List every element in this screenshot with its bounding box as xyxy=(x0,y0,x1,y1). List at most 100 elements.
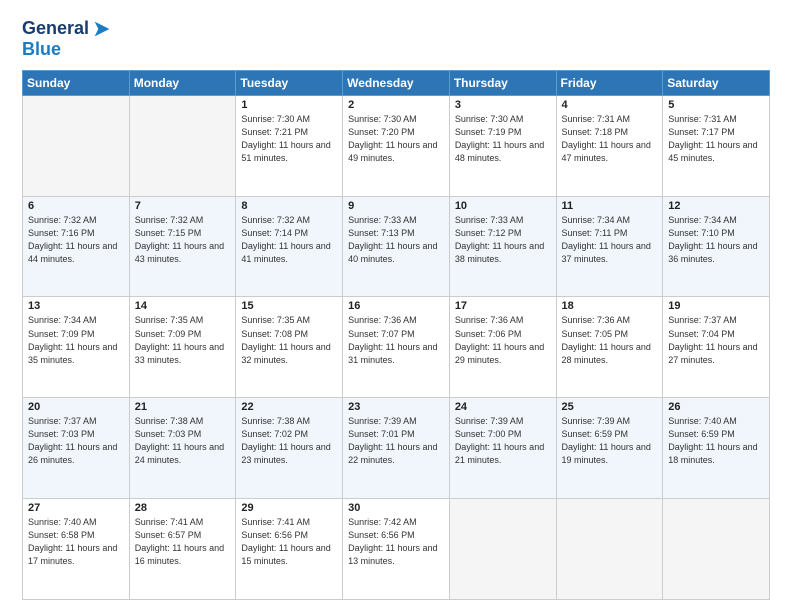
day-info: Sunrise: 7:31 AM Sunset: 7:17 PM Dayligh… xyxy=(668,113,764,165)
calendar-cell: 17 Sunrise: 7:36 AM Sunset: 7:06 PM Dayli… xyxy=(449,297,556,398)
day-info: Sunrise: 7:39 AM Sunset: 7:00 PM Dayligh… xyxy=(455,415,551,467)
calendar-header-saturday: Saturday xyxy=(663,70,770,95)
calendar-table: SundayMondayTuesdayWednesdayThursdayFrid… xyxy=(22,70,770,600)
day-info: Sunrise: 7:33 AM Sunset: 7:12 PM Dayligh… xyxy=(455,214,551,266)
calendar-cell: 2 Sunrise: 7:30 AM Sunset: 7:20 PM Daylig… xyxy=(343,95,450,196)
day-number: 26 xyxy=(668,401,764,413)
day-number: 14 xyxy=(135,300,231,312)
calendar-cell: 27 Sunrise: 7:40 AM Sunset: 6:58 PM Dayli… xyxy=(23,499,130,600)
day-info: Sunrise: 7:40 AM Sunset: 6:59 PM Dayligh… xyxy=(668,415,764,467)
calendar-cell: 6 Sunrise: 7:32 AM Sunset: 7:16 PM Daylig… xyxy=(23,196,130,297)
calendar-cell: 21 Sunrise: 7:38 AM Sunset: 7:03 PM Dayli… xyxy=(129,398,236,499)
day-info: Sunrise: 7:38 AM Sunset: 7:03 PM Dayligh… xyxy=(135,415,231,467)
day-number: 27 xyxy=(28,502,124,514)
day-number: 18 xyxy=(562,300,658,312)
calendar-cell: 9 Sunrise: 7:33 AM Sunset: 7:13 PM Daylig… xyxy=(343,196,450,297)
calendar-cell: 18Sunrise: 7:36 AM Sunset: 7:05 PM Dayli… xyxy=(556,297,663,398)
header: General Blue xyxy=(22,18,770,60)
day-info: Sunrise: 7:32 AM Sunset: 7:14 PM Dayligh… xyxy=(241,214,337,266)
calendar-cell: 16Sunrise: 7:36 AM Sunset: 7:07 PM Dayli… xyxy=(343,297,450,398)
day-number: 8 xyxy=(241,200,337,212)
day-number: 30 xyxy=(348,502,444,514)
day-info: Sunrise: 7:30 AM Sunset: 7:20 PM Dayligh… xyxy=(348,113,444,165)
calendar-header-monday: Monday xyxy=(129,70,236,95)
day-number: 28 xyxy=(135,502,231,514)
calendar-cell: 5Sunrise: 7:31 AM Sunset: 7:17 PM Daylig… xyxy=(663,95,770,196)
calendar-cell: 23Sunrise: 7:39 AM Sunset: 7:01 PM Dayli… xyxy=(343,398,450,499)
calendar-cell: 20 Sunrise: 7:37 AM Sunset: 7:03 PM Dayli… xyxy=(23,398,130,499)
calendar-cell: 19 Sunrise: 7:37 AM Sunset: 7:04 PM Dayli… xyxy=(663,297,770,398)
day-info: Sunrise: 7:39 AM Sunset: 7:01 PM Dayligh… xyxy=(348,415,444,467)
calendar-header-sunday: Sunday xyxy=(23,70,130,95)
day-number: 19 xyxy=(668,300,764,312)
calendar-cell: 15Sunrise: 7:35 AM Sunset: 7:08 PM Dayli… xyxy=(236,297,343,398)
calendar-cell: 8 Sunrise: 7:32 AM Sunset: 7:14 PM Daylig… xyxy=(236,196,343,297)
calendar-header-tuesday: Tuesday xyxy=(236,70,343,95)
day-info: Sunrise: 7:34 AM Sunset: 7:11 PM Dayligh… xyxy=(562,214,658,266)
day-info: Sunrise: 7:39 AM Sunset: 6:59 PM Dayligh… xyxy=(562,415,658,467)
logo-general: General xyxy=(22,19,89,39)
calendar-header-thursday: Thursday xyxy=(449,70,556,95)
day-number: 9 xyxy=(348,200,444,212)
day-number: 4 xyxy=(562,99,658,111)
calendar-cell xyxy=(129,95,236,196)
calendar-cell: 28 Sunrise: 7:41 AM Sunset: 6:57 PM Dayli… xyxy=(129,499,236,600)
day-number: 11 xyxy=(562,200,658,212)
calendar-cell: 11 Sunrise: 7:34 AM Sunset: 7:11 PM Dayli… xyxy=(556,196,663,297)
calendar-cell: 14Sunrise: 7:35 AM Sunset: 7:09 PM Dayli… xyxy=(129,297,236,398)
logo: General Blue xyxy=(22,18,113,60)
calendar-cell: 13 Sunrise: 7:34 AM Sunset: 7:09 PM Dayli… xyxy=(23,297,130,398)
calendar-cell: 1 Sunrise: 7:30 AM Sunset: 7:21 PM Daylig… xyxy=(236,95,343,196)
day-info: Sunrise: 7:41 AM Sunset: 6:57 PM Dayligh… xyxy=(135,516,231,568)
day-number: 16 xyxy=(348,300,444,312)
day-number: 6 xyxy=(28,200,124,212)
day-number: 29 xyxy=(241,502,337,514)
day-info: Sunrise: 7:36 AM Sunset: 7:06 PM Dayligh… xyxy=(455,314,551,366)
day-info: Sunrise: 7:42 AM Sunset: 6:56 PM Dayligh… xyxy=(348,516,444,568)
day-number: 7 xyxy=(135,200,231,212)
day-info: Sunrise: 7:38 AM Sunset: 7:02 PM Dayligh… xyxy=(241,415,337,467)
calendar-cell xyxy=(449,499,556,600)
calendar-cell xyxy=(556,499,663,600)
day-number: 13 xyxy=(28,300,124,312)
day-info: Sunrise: 7:33 AM Sunset: 7:13 PM Dayligh… xyxy=(348,214,444,266)
calendar-cell: 25 Sunrise: 7:39 AM Sunset: 6:59 PM Dayli… xyxy=(556,398,663,499)
calendar-cell: 7 Sunrise: 7:32 AM Sunset: 7:15 PM Daylig… xyxy=(129,196,236,297)
calendar-cell: 24Sunrise: 7:39 AM Sunset: 7:00 PM Dayli… xyxy=(449,398,556,499)
day-info: Sunrise: 7:32 AM Sunset: 7:15 PM Dayligh… xyxy=(135,214,231,266)
day-number: 17 xyxy=(455,300,551,312)
day-info: Sunrise: 7:41 AM Sunset: 6:56 PM Dayligh… xyxy=(241,516,337,568)
day-number: 10 xyxy=(455,200,551,212)
day-info: Sunrise: 7:37 AM Sunset: 7:04 PM Dayligh… xyxy=(668,314,764,366)
calendar-cell xyxy=(663,499,770,600)
calendar-cell: 12Sunrise: 7:34 AM Sunset: 7:10 PM Dayli… xyxy=(663,196,770,297)
calendar-week-3: 20 Sunrise: 7:37 AM Sunset: 7:03 PM Dayli… xyxy=(23,398,770,499)
calendar-cell: 29 Sunrise: 7:41 AM Sunset: 6:56 PM Dayli… xyxy=(236,499,343,600)
logo-icon xyxy=(91,18,113,40)
page: General Blue SundayMondayTuesdayWednesda… xyxy=(0,0,792,612)
day-info: Sunrise: 7:35 AM Sunset: 7:08 PM Dayligh… xyxy=(241,314,337,366)
day-info: Sunrise: 7:30 AM Sunset: 7:21 PM Dayligh… xyxy=(241,113,337,165)
day-number: 20 xyxy=(28,401,124,413)
calendar-week-2: 13 Sunrise: 7:34 AM Sunset: 7:09 PM Dayli… xyxy=(23,297,770,398)
calendar-header-wednesday: Wednesday xyxy=(343,70,450,95)
day-number: 2 xyxy=(348,99,444,111)
calendar-cell xyxy=(23,95,130,196)
day-number: 12 xyxy=(668,200,764,212)
day-info: Sunrise: 7:37 AM Sunset: 7:03 PM Dayligh… xyxy=(28,415,124,467)
day-number: 25 xyxy=(562,401,658,413)
calendar-week-1: 6 Sunrise: 7:32 AM Sunset: 7:16 PM Daylig… xyxy=(23,196,770,297)
calendar-header-row: SundayMondayTuesdayWednesdayThursdayFrid… xyxy=(23,70,770,95)
calendar-cell: 10 Sunrise: 7:33 AM Sunset: 7:12 PM Dayli… xyxy=(449,196,556,297)
day-info: Sunrise: 7:34 AM Sunset: 7:09 PM Dayligh… xyxy=(28,314,124,366)
day-number: 1 xyxy=(241,99,337,111)
day-number: 21 xyxy=(135,401,231,413)
day-info: Sunrise: 7:30 AM Sunset: 7:19 PM Dayligh… xyxy=(455,113,551,165)
day-info: Sunrise: 7:40 AM Sunset: 6:58 PM Dayligh… xyxy=(28,516,124,568)
day-number: 22 xyxy=(241,401,337,413)
day-info: Sunrise: 7:32 AM Sunset: 7:16 PM Dayligh… xyxy=(28,214,124,266)
calendar-cell: 4Sunrise: 7:31 AM Sunset: 7:18 PM Daylig… xyxy=(556,95,663,196)
calendar-cell: 3Sunrise: 7:30 AM Sunset: 7:19 PM Daylig… xyxy=(449,95,556,196)
calendar-cell: 22 Sunrise: 7:38 AM Sunset: 7:02 PM Dayli… xyxy=(236,398,343,499)
calendar-week-4: 27 Sunrise: 7:40 AM Sunset: 6:58 PM Dayli… xyxy=(23,499,770,600)
